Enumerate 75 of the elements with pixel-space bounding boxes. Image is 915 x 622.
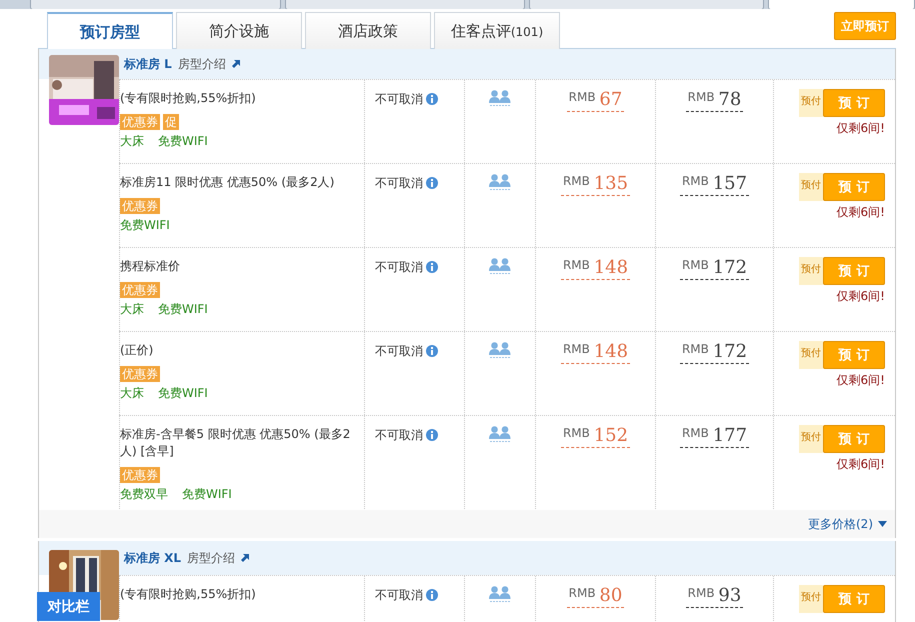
sale-price: $^{RMB}$ 80 bbox=[566, 585, 624, 608]
people-icon bbox=[489, 90, 511, 106]
people-icon bbox=[489, 586, 511, 602]
room-intro-link[interactable]: 房型介绍 bbox=[187, 550, 236, 566]
rate-description: 携程标准价 bbox=[120, 258, 181, 275]
sale-price: $^{RMB}$ 148 bbox=[560, 341, 630, 364]
feature-label: 大床 bbox=[120, 385, 144, 402]
rooms-left-notice: 仅剩6间! bbox=[836, 372, 885, 389]
list-price: $^{RMB}$ 172 bbox=[680, 257, 750, 280]
people-icon bbox=[489, 342, 511, 358]
prepay-label: 预付 bbox=[799, 341, 823, 369]
room-name[interactable]: 标准房 XL bbox=[124, 550, 182, 566]
list-price: $^{RMB}$ 177 bbox=[680, 425, 750, 448]
cancel-policy: 不可取消 bbox=[375, 344, 423, 358]
feature-label: 免费WIFI bbox=[158, 301, 208, 318]
prepay-label: 预付 bbox=[799, 173, 823, 201]
room-name[interactable]: 标准房 L bbox=[124, 56, 172, 72]
info-icon[interactable] bbox=[426, 93, 438, 105]
rate-description: (专有限时抢购,55%折扣) bbox=[120, 586, 257, 603]
rooms-left-notice: 仅剩6间! bbox=[836, 120, 885, 137]
external-link-icon[interactable] bbox=[232, 60, 240, 68]
info-icon[interactable] bbox=[426, 589, 438, 601]
promo-tag: 优惠券 bbox=[120, 282, 160, 298]
feature-label: 大床 bbox=[120, 301, 144, 318]
feature-label: 免费WIFI bbox=[120, 217, 170, 234]
people-icon bbox=[489, 174, 511, 190]
list-price: $^{RMB}$ 93 bbox=[686, 585, 744, 608]
compare-button[interactable]: 对比栏 bbox=[37, 592, 100, 621]
room-intro-link[interactable]: 房型介绍 bbox=[178, 56, 226, 72]
rooms-left-notice: 仅剩6间! bbox=[836, 288, 885, 305]
cancel-policy: 不可取消 bbox=[375, 176, 423, 190]
cancel-policy: 不可取消 bbox=[375, 588, 423, 602]
info-icon[interactable] bbox=[426, 177, 438, 189]
rate-description: (正价) bbox=[120, 342, 154, 359]
feature-label: 免费WIFI bbox=[182, 486, 232, 503]
prepay-label: 预付 bbox=[799, 425, 823, 453]
promo-tag: 优惠券 bbox=[120, 467, 160, 483]
sale-price: $^{RMB}$ 148 bbox=[560, 257, 630, 280]
sale-price: $^{RMB}$ 67 bbox=[566, 89, 624, 112]
sale-price: $^{RMB}$ 152 bbox=[560, 425, 630, 448]
feature-label: 免费WIFI bbox=[158, 385, 208, 402]
feature-label: 免费WIFI bbox=[158, 133, 208, 150]
rooms-left-notice: 仅剩6间! bbox=[836, 204, 885, 221]
promo-tag: 优惠券 bbox=[120, 366, 160, 382]
promo-tag: 优惠券 bbox=[120, 114, 160, 130]
promo-tag: 促 bbox=[163, 114, 179, 130]
prepay-label: 预付 bbox=[799, 585, 823, 613]
rate-description: (专有限时抢购,55%折扣) bbox=[120, 90, 257, 107]
feature-label: 大床 bbox=[120, 133, 144, 150]
rooms-left-notice: 仅剩6间! bbox=[836, 456, 885, 473]
tab[interactable]: 住客点评(101) bbox=[434, 12, 560, 49]
info-icon[interactable] bbox=[426, 345, 438, 357]
people-icon bbox=[489, 426, 511, 442]
list-price: $^{RMB}$ 78 bbox=[686, 89, 744, 112]
tab[interactable]: 预订房型 bbox=[47, 12, 173, 50]
feature-label: 免费双早 bbox=[120, 486, 168, 503]
prepay-label: 预付 bbox=[799, 257, 823, 285]
tab[interactable]: 酒店政策 bbox=[305, 12, 431, 49]
promo-tag: 优惠券 bbox=[120, 198, 160, 214]
list-price: $^{RMB}$ 172 bbox=[680, 341, 750, 364]
more-prices-link[interactable]: 更多价格(2) bbox=[808, 516, 873, 532]
caret-down-icon[interactable] bbox=[878, 521, 887, 527]
people-icon bbox=[489, 258, 511, 274]
info-icon[interactable] bbox=[426, 429, 438, 441]
external-link-icon[interactable] bbox=[241, 554, 250, 562]
info-icon[interactable] bbox=[426, 261, 438, 273]
cancel-policy: 不可取消 bbox=[375, 92, 423, 106]
cancel-policy: 不可取消 bbox=[375, 428, 423, 442]
cancel-policy: 不可取消 bbox=[375, 260, 423, 274]
prepay-label: 预付 bbox=[799, 89, 823, 117]
sale-price: $^{RMB}$ 135 bbox=[560, 173, 630, 196]
rate-description: 标准房11 限时优惠 优惠50% (最多2人) bbox=[120, 174, 336, 191]
list-price: $^{RMB}$ 157 bbox=[680, 173, 750, 196]
tab[interactable]: 简介设施 bbox=[176, 12, 302, 49]
rate-description: 标准房-含早餐5 限时优惠 优惠50% (最多2人) [含早] bbox=[120, 426, 352, 460]
